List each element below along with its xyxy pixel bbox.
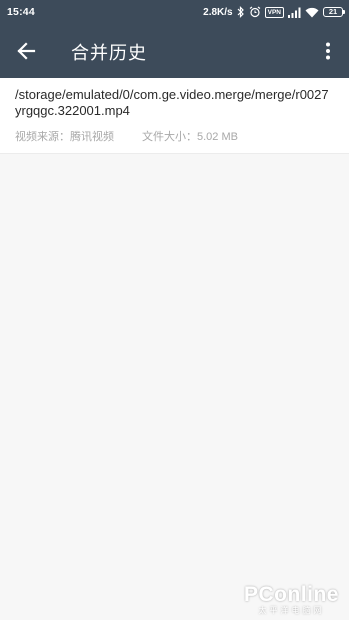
app-header: 15:44 2.8K/s VPN 21 合并历史 <box>0 0 349 78</box>
watermark-brand: PConline <box>243 583 339 606</box>
watermark-logo: PConline 太平洋电脑网 <box>244 584 339 616</box>
list-item[interactable]: /storage/emulated/0/com.ge.video.merge/m… <box>0 78 349 154</box>
watermark-sub: 太平洋电脑网 <box>258 606 325 615</box>
file-size: 文件大小：5.02 MB <box>142 131 238 143</box>
file-meta: 视频来源：腾讯视频 文件大小：5.02 MB <box>15 128 335 144</box>
back-button[interactable] <box>10 35 42 67</box>
video-source: 视频来源：腾讯视频 <box>15 131 114 143</box>
overflow-menu-button[interactable] <box>315 37 341 65</box>
status-icons: 2.8K/s VPN 21 <box>203 4 345 20</box>
status-time: 15:44 <box>7 6 35 18</box>
bluetooth-icon <box>237 6 245 18</box>
status-bar: 15:44 2.8K/s VPN 21 <box>0 0 349 24</box>
alarm-icon <box>249 6 261 18</box>
merge-history-list: /storage/emulated/0/com.ge.video.merge/m… <box>0 78 349 154</box>
more-vert-icon <box>326 42 330 60</box>
battery-icon: 21 <box>323 7 345 17</box>
page-title: 合并历史 <box>71 43 147 64</box>
toolbar: 合并历史 <box>0 24 349 78</box>
arrow-left-icon <box>17 42 36 60</box>
vpn-icon: VPN <box>264 6 284 18</box>
file-path: /storage/emulated/0/com.ge.video.merge/m… <box>15 87 329 118</box>
net-speed: 2.8K/s <box>203 6 233 18</box>
wifi-icon <box>305 7 319 18</box>
signal-icon <box>288 7 301 18</box>
